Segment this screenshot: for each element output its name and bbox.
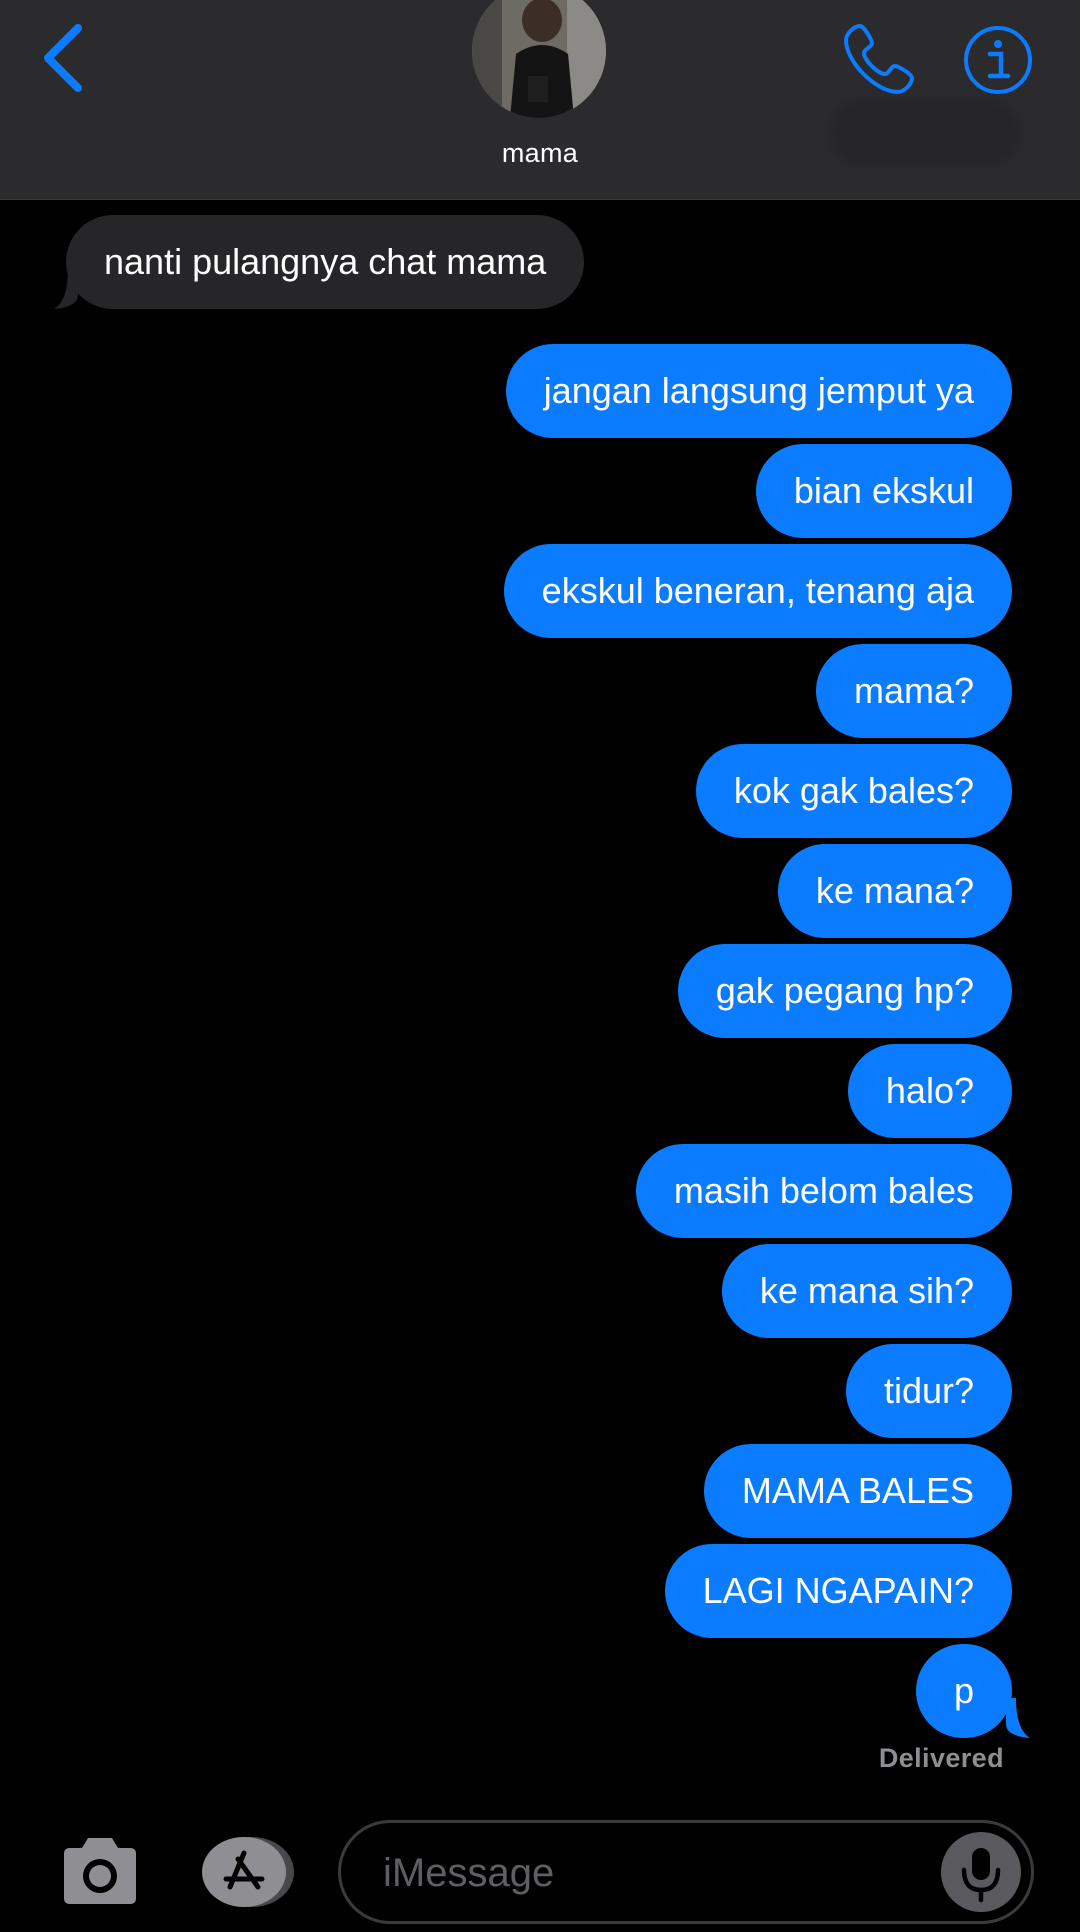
microphone-icon[interactable] [941,1832,1021,1912]
composer-bar [0,1799,1080,1932]
sent-message[interactable]: halo? [847,1044,1012,1138]
delivered-status: Delivered [878,1743,1004,1773]
sent-message[interactable]: LAGI NGAPAIN? [664,1544,1012,1638]
sent-message[interactable]: jangan langsung jemput ya [505,344,1012,438]
sent-message[interactable]: ke mana? [777,844,1012,938]
message-input-container[interactable] [338,1820,1034,1924]
sent-message[interactable]: mama? [815,644,1012,738]
sent-bubble-tail [1006,1698,1030,1738]
message-thread: nanti pulangnya chat mama jangan langsun… [0,199,1080,1799]
sent-message[interactable]: MAMA BALES [703,1444,1012,1538]
sent-message[interactable]: ke mana sih? [721,1244,1012,1338]
blurred-overlay [830,100,1020,166]
phone-icon[interactable] [842,20,918,96]
received-message[interactable]: nanti pulangnya chat mama [66,215,585,309]
back-chevron-icon[interactable] [36,20,96,96]
sent-message[interactable]: kok gak bales? [695,744,1012,838]
contact-avatar[interactable] [472,0,606,118]
camera-icon[interactable] [58,1836,142,1906]
sent-message[interactable]: bian ekskul [755,444,1012,538]
sent-message[interactable]: ekskul beneran, tenang aja [503,544,1012,638]
sent-message[interactable]: masih belom bales [635,1144,1012,1238]
info-icon[interactable] [962,24,1034,96]
app-store-icon[interactable] [198,1835,298,1909]
sent-message[interactable]: gak pegang hp? [677,944,1012,1038]
conversation-header: mama [0,0,1080,200]
received-bubble-tail [54,269,78,309]
sent-message[interactable]: tidur? [845,1344,1012,1438]
message-input[interactable] [381,1823,925,1923]
